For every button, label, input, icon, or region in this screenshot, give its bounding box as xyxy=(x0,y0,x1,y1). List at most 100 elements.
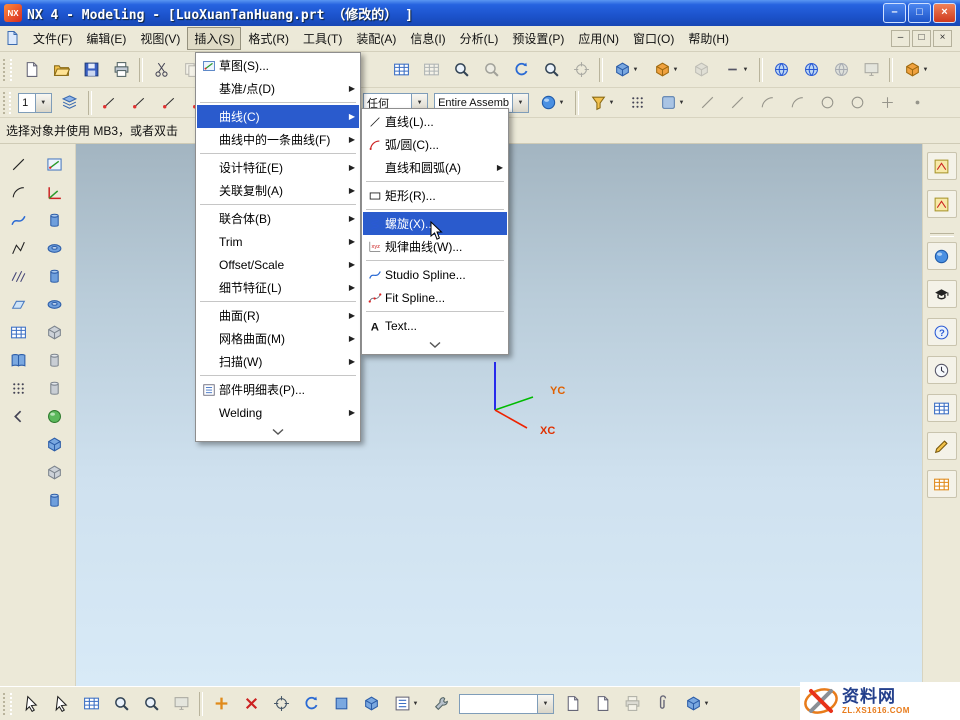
sphere-green-icon[interactable] xyxy=(39,402,69,430)
submenu-item-fit-spline[interactable]: Fit Spline... xyxy=(363,286,507,309)
extrude-icon[interactable] xyxy=(39,262,69,290)
menu-item-mesh-surface[interactable]: 网格曲面(M)▶ xyxy=(197,327,359,350)
fit-view-icon[interactable] xyxy=(566,56,596,84)
dropdown-arrow-icon[interactable]: ▼ xyxy=(679,100,685,106)
close-button[interactable]: × xyxy=(933,3,956,23)
chevron-down-icon[interactable]: ▼ xyxy=(35,94,51,112)
menubar-item[interactable]: 信息(I) xyxy=(403,27,452,50)
submenu-item-arc-circle[interactable]: 弧/圆(C)... xyxy=(363,133,507,156)
monitor-icon[interactable] xyxy=(166,690,196,718)
submenu-item-rectangle[interactable]: 矩形(R)... xyxy=(363,184,507,207)
dropdown-arrow-icon[interactable]: ▼ xyxy=(704,701,710,707)
zoom-box-icon[interactable] xyxy=(106,690,136,718)
select-arrow-icon[interactable] xyxy=(16,690,46,718)
menubar-item[interactable]: 插入(S) xyxy=(187,27,241,50)
draft-pencil-icon[interactable] xyxy=(927,432,957,460)
document-icon[interactable] xyxy=(4,30,22,48)
draw-arc2-icon[interactable] xyxy=(782,89,812,117)
submenu-item-studio-spline[interactable]: Studio Spline... xyxy=(363,263,507,286)
menubar-item[interactable]: 格式(R) xyxy=(241,27,296,50)
dimension-icon[interactable] xyxy=(927,190,957,218)
menu-item-sketch[interactable]: 草图(S)... xyxy=(197,54,359,77)
layers-icon[interactable] xyxy=(55,89,85,117)
zoom-window-icon[interactable] xyxy=(476,56,506,84)
mdi-close-button[interactable]: × xyxy=(933,30,952,47)
minus-icon[interactable]: ▼ xyxy=(716,56,756,84)
menu-item-sweep[interactable]: 扫描(W)▶ xyxy=(197,350,359,373)
thread-icon[interactable] xyxy=(39,486,69,514)
zoom-area-icon[interactable] xyxy=(536,56,566,84)
shell-icon[interactable] xyxy=(39,458,69,486)
menubar-item[interactable]: 工具(T) xyxy=(296,27,349,50)
close-red-icon[interactable] xyxy=(236,690,266,718)
chevron-down-icon[interactable]: ▼ xyxy=(512,94,528,112)
menubar-item[interactable]: 文件(F) xyxy=(26,27,79,50)
box-blue-icon[interactable] xyxy=(326,690,356,718)
menu-item-curve[interactable]: 曲线(C)▶ xyxy=(197,105,359,128)
filter-icon[interactable]: ▼ xyxy=(582,89,622,117)
table-icon[interactable] xyxy=(416,56,446,84)
snap-center-icon[interactable] xyxy=(155,89,185,117)
profile-tool-icon[interactable] xyxy=(3,234,33,262)
print-small-icon[interactable] xyxy=(617,690,647,718)
open-file-icon[interactable] xyxy=(46,56,76,84)
line-tool-icon[interactable] xyxy=(3,150,33,178)
menu-item-assoc-copy[interactable]: 关联复制(A)▶ xyxy=(197,179,359,202)
plus-orange-icon[interactable] xyxy=(206,690,236,718)
page-icon[interactable] xyxy=(557,690,587,718)
dropdown-arrow-icon[interactable]: ▼ xyxy=(633,67,639,73)
dropdown-arrow-icon[interactable]: ▼ xyxy=(923,67,929,73)
constraint-icon[interactable] xyxy=(927,152,957,180)
orbit-icon[interactable] xyxy=(766,56,796,84)
model-cube-icon[interactable]: ▼ xyxy=(606,56,646,84)
snap-mid-icon[interactable] xyxy=(125,89,155,117)
cylinder-blue-icon[interactable] xyxy=(39,206,69,234)
boss-icon[interactable] xyxy=(39,346,69,374)
draw-line2-icon[interactable] xyxy=(722,89,752,117)
menubar-item[interactable]: 应用(N) xyxy=(571,27,626,50)
selection-ball-icon[interactable]: ▼ xyxy=(532,89,572,117)
menu-item-design-feature[interactable]: 设计特征(E)▶ xyxy=(197,156,359,179)
layer-combo[interactable]: 1 ▼ xyxy=(18,93,52,113)
menu-item-datum-point[interactable]: 基准/点(D)▶ xyxy=(197,77,359,100)
view-list-icon[interactable]: ▼ xyxy=(386,690,426,718)
menu-item-parts-list[interactable]: 部件明细表(P)... xyxy=(197,378,359,401)
menu-expand-chevron-icon[interactable] xyxy=(197,424,359,440)
shaded-cube-icon[interactable]: ▼ xyxy=(646,56,686,84)
book-icon[interactable] xyxy=(3,346,33,374)
spline-tool-icon[interactable] xyxy=(3,206,33,234)
toolbar-grip[interactable] xyxy=(3,59,12,81)
minimize-button[interactable]: – xyxy=(883,3,906,23)
dropdown-arrow-icon[interactable]: ▼ xyxy=(413,701,419,707)
clock-icon[interactable] xyxy=(927,356,957,384)
dropdown-arrow-icon[interactable]: ▼ xyxy=(673,67,679,73)
help-icon[interactable]: ? xyxy=(927,318,957,346)
render-sphere-icon[interactable] xyxy=(927,242,957,270)
datum-grid-icon[interactable] xyxy=(3,290,33,318)
print-icon[interactable] xyxy=(106,56,136,84)
material-grid-icon[interactable] xyxy=(927,470,957,498)
toolbar-grip[interactable] xyxy=(3,693,12,715)
zoom-page-icon[interactable] xyxy=(446,56,476,84)
torus-icon[interactable] xyxy=(39,234,69,262)
dropdown-arrow-icon[interactable]: ▼ xyxy=(743,67,749,73)
snapshot-icon[interactable] xyxy=(856,56,886,84)
menubar-item[interactable]: 分析(L) xyxy=(453,27,506,50)
refresh-blue-icon[interactable] xyxy=(296,690,326,718)
menubar-item[interactable]: 装配(A) xyxy=(349,27,403,50)
blue-cube-icon[interactable]: ▼ xyxy=(677,690,717,718)
draw-line-icon[interactable] xyxy=(692,89,722,117)
target-icon[interactable] xyxy=(266,690,296,718)
command-input[interactable]: ▼ xyxy=(459,694,554,714)
mdi-minimize-button[interactable]: – xyxy=(891,30,910,47)
menu-item-welding[interactable]: Welding▶ xyxy=(197,401,359,424)
sketch-icon[interactable] xyxy=(39,150,69,178)
grid-snap-icon[interactable] xyxy=(622,89,652,117)
refresh-icon[interactable] xyxy=(506,56,536,84)
zoom-globe-icon[interactable] xyxy=(826,56,856,84)
csys-icon[interactable] xyxy=(39,178,69,206)
student-cap-icon[interactable] xyxy=(927,280,957,308)
menubar-item[interactable]: 视图(V) xyxy=(133,27,187,50)
dropdown-arrow-icon[interactable]: ▼ xyxy=(609,100,615,106)
flyout-left-icon[interactable] xyxy=(3,402,33,430)
